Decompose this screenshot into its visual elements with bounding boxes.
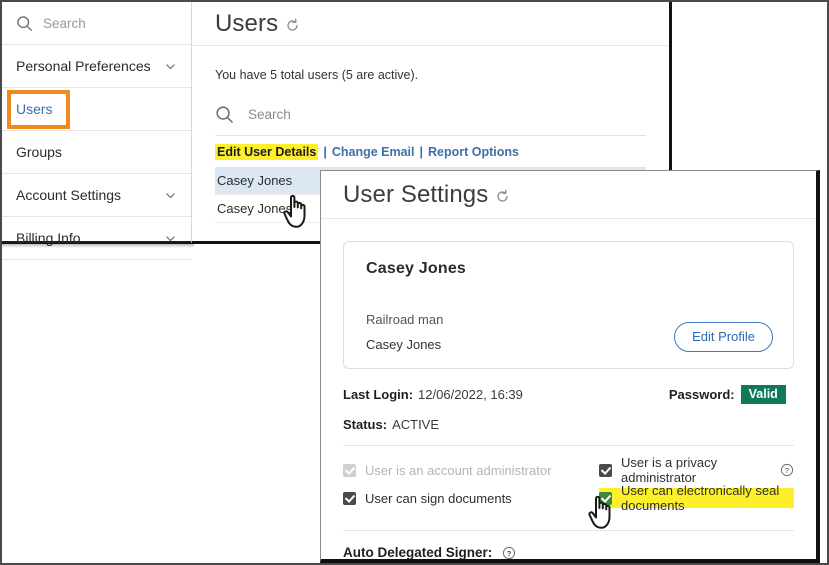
auto-delegated-signer-row: Auto Delegated Signer: ? bbox=[321, 531, 816, 560]
report-options-link[interactable]: Report Options bbox=[428, 145, 519, 159]
user-settings-header: User Settings bbox=[321, 171, 816, 219]
last-login-label: Last Login: bbox=[343, 387, 413, 402]
checkbox-icon bbox=[343, 464, 356, 477]
checkbox-label: User can sign documents bbox=[365, 491, 512, 506]
action-separator: | bbox=[415, 145, 429, 159]
search-icon bbox=[215, 105, 234, 124]
change-email-link[interactable]: Change Email bbox=[332, 145, 415, 159]
users-count-text: You have 5 total users (5 are active). bbox=[215, 46, 646, 82]
checkbox-icon[interactable] bbox=[343, 492, 356, 505]
checkbox-icon[interactable] bbox=[599, 492, 612, 505]
sidebar-item-label: Account Settings bbox=[16, 187, 164, 203]
help-circle-icon[interactable]: ? bbox=[502, 546, 516, 560]
navigation-sidebar: Search Personal Preferences Users Groups… bbox=[2, 2, 192, 244]
page-title: Users bbox=[215, 10, 278, 38]
password-label: Password: bbox=[669, 387, 735, 402]
sidebar-item-label: Groups bbox=[16, 144, 177, 160]
user-meta-area: Last Login: 12/06/2022, 16:39 Password: … bbox=[321, 369, 816, 432]
status-badge: Valid bbox=[741, 385, 786, 404]
sidebar-item-personal-preferences[interactable]: Personal Preferences bbox=[2, 45, 191, 88]
checkbox-label: User is an account administrator bbox=[365, 463, 551, 478]
password-group: Password: Valid bbox=[669, 385, 786, 404]
user-name-cell: Casey Jones bbox=[217, 173, 292, 188]
last-login-value: 12/06/2022, 16:39 bbox=[418, 387, 523, 402]
profile-card: Casey Jones Railroad man Casey Jones Edi… bbox=[343, 241, 794, 369]
sidebar-item-label: Users bbox=[16, 101, 53, 117]
auto-delegated-signer-label: Auto Delegated Signer: bbox=[343, 545, 492, 560]
sidebar-item-users[interactable]: Users bbox=[2, 88, 191, 131]
user-name-cell: Casey Jones bbox=[217, 201, 292, 216]
permissions-checkbox-grid: User is an account administrator User is… bbox=[321, 446, 816, 508]
sidebar-item-account-settings[interactable]: Account Settings bbox=[2, 174, 191, 217]
refresh-icon[interactable] bbox=[285, 14, 300, 33]
checkbox-label: User can electronically seal documents bbox=[621, 483, 790, 513]
checkbox-icon[interactable] bbox=[599, 464, 612, 477]
chevron-down-icon bbox=[164, 189, 177, 202]
refresh-icon[interactable] bbox=[495, 185, 510, 204]
screenshot-root: Search Personal Preferences Users Groups… bbox=[0, 0, 829, 565]
sidebar-item-label: Personal Preferences bbox=[16, 58, 164, 74]
sidebar-item-billing-info[interactable]: Billing Info bbox=[2, 217, 191, 260]
sidebar-item-label: Billing Info bbox=[16, 230, 164, 246]
status-value: ACTIVE bbox=[392, 417, 439, 432]
users-search-input[interactable]: Search bbox=[215, 94, 646, 136]
checkbox-can-sign-documents[interactable]: User can sign documents bbox=[343, 488, 599, 508]
help-circle-icon[interactable]: ? bbox=[780, 463, 794, 477]
chevron-down-icon bbox=[164, 232, 177, 245]
svg-text:?: ? bbox=[785, 466, 789, 475]
user-settings-panel: User Settings Casey Jones Railroad man C… bbox=[320, 170, 820, 563]
edit-profile-button[interactable]: Edit Profile bbox=[674, 322, 773, 352]
sidebar-search-placeholder: Search bbox=[43, 16, 86, 31]
svg-text:?: ? bbox=[507, 548, 512, 557]
user-actions-bar: Edit User Details | Change Email | Repor… bbox=[215, 136, 646, 167]
sidebar-search-row[interactable]: Search bbox=[2, 2, 191, 45]
action-separator: | bbox=[318, 145, 332, 159]
page-title: User Settings bbox=[343, 181, 488, 209]
last-login-row: Last Login: 12/06/2022, 16:39 Password: … bbox=[343, 385, 794, 404]
edit-user-details-link[interactable]: Edit User Details bbox=[215, 144, 318, 160]
profile-name: Casey Jones bbox=[366, 260, 771, 278]
checkbox-label: User is a privacy administrator bbox=[621, 455, 770, 485]
status-label: Status: bbox=[343, 417, 387, 432]
chevron-down-icon bbox=[164, 60, 177, 73]
status-row: Status: ACTIVE bbox=[343, 417, 794, 432]
users-search-placeholder: Search bbox=[248, 107, 291, 122]
search-icon bbox=[16, 15, 33, 32]
sidebar-item-groups[interactable]: Groups bbox=[2, 131, 191, 174]
checkbox-can-electronically-seal-documents[interactable]: User can electronically seal documents bbox=[599, 488, 794, 508]
checkbox-privacy-administrator[interactable]: User is a privacy administrator ? bbox=[599, 460, 794, 480]
users-panel-header: Users bbox=[192, 2, 669, 46]
checkbox-account-administrator: User is an account administrator bbox=[343, 460, 599, 480]
